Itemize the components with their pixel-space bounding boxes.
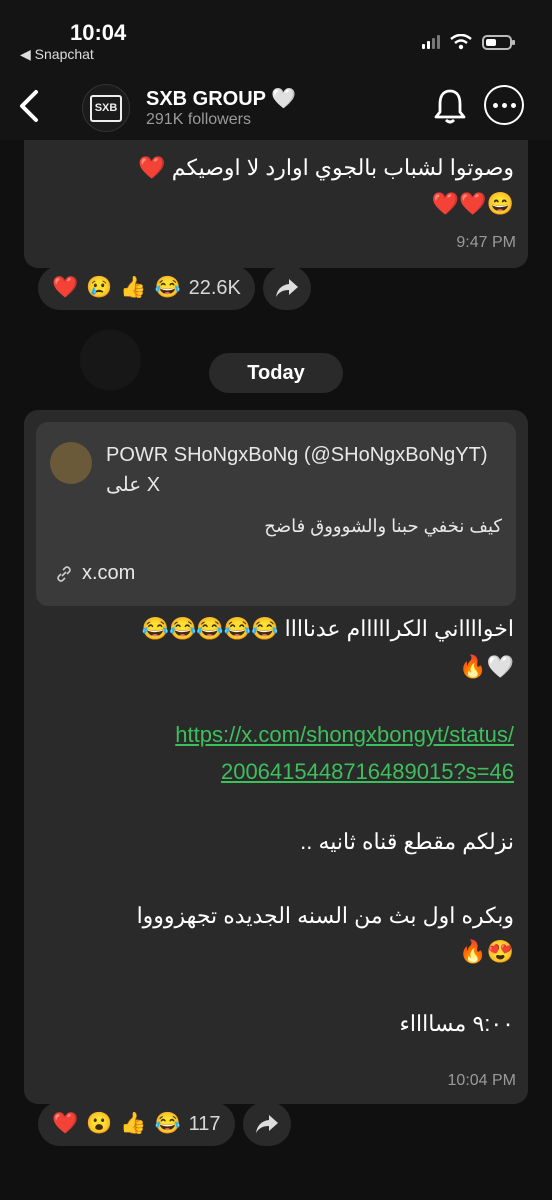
- message-line: 😍🔥: [459, 939, 514, 964]
- preview-avatar: [50, 442, 92, 484]
- message-bubble[interactable]: وصوتوا لشباب بالجوي اوارد لا اوصيكم ❤️ 😄…: [24, 128, 528, 268]
- more-options-icon[interactable]: [484, 85, 524, 125]
- message-line: وصوتوا لشباب بالجوي اوارد لا اوصيكم ❤️: [138, 155, 514, 180]
- status-link[interactable]: 2006415448716489015?s=46: [44, 753, 514, 790]
- message-text: وصوتوا لشباب بالجوي اوارد لا اوصيكم ❤️ 😄…: [44, 150, 514, 222]
- back-arrow-icon[interactable]: [12, 86, 48, 126]
- message-time: 9:47 PM: [456, 234, 516, 251]
- preview-description: كيف نخفي حبنا والشوووق فاضح: [264, 516, 502, 536]
- reaction-emoji: 😂: [154, 1112, 181, 1135]
- status-bar: 10:04 ◀ Snapchat: [0, 0, 552, 70]
- reaction-count: 117: [188, 1112, 221, 1135]
- share-arrow-icon: [275, 279, 298, 297]
- reaction-count: 22.6K: [188, 276, 241, 299]
- message-line: ٩:٠٠ مسااااء: [399, 1011, 514, 1036]
- message-line: نزلكم مقطع قناه ثانيه ..: [300, 829, 514, 854]
- reaction-emoji: ❤️: [52, 276, 79, 299]
- reaction-pill[interactable]: ❤️ 😮 👍 😂 117: [38, 1102, 235, 1146]
- message-text: اخوااااني الكرااااام عدناااا 😂😂😂😂😂 🤍🔥 ht…: [44, 610, 514, 1042]
- reaction-emoji: 😢: [86, 276, 113, 299]
- share-arrow-icon: [255, 1115, 278, 1133]
- channel-title[interactable]: SXB GROUP 🤍: [146, 86, 296, 111]
- reaction-emoji: 👍: [120, 276, 147, 299]
- preview-link[interactable]: x.com: [56, 562, 135, 585]
- message-line: 😄❤️❤️: [431, 191, 514, 216]
- message-reactions: ❤️ 😮 👍 😂 117: [38, 1102, 291, 1146]
- preview-domain: x.com: [82, 562, 136, 584]
- battery-icon: [482, 34, 515, 50]
- reaction-emoji: 😂: [154, 276, 181, 299]
- channel-logo: SXB: [89, 94, 123, 122]
- message-time: 10:04 PM: [447, 1072, 516, 1089]
- message-bubble[interactable]: POWR SHoNgxBoNg (@SHoNgxBoNgYT) على X كي…: [24, 410, 528, 1104]
- date-divider: Today: [209, 353, 343, 393]
- reaction-emoji: 👍: [120, 1112, 147, 1135]
- channel-header: SXB SXB GROUP 🤍 291K followers: [0, 70, 552, 140]
- signal-icon: [422, 35, 440, 49]
- message-reactions: ❤️ 😢 👍 😂 22.6K: [38, 266, 311, 310]
- message-line: 🤍🔥: [459, 654, 514, 679]
- reaction-pill[interactable]: ❤️ 😢 👍 😂 22.6K: [38, 266, 255, 310]
- reaction-emoji: ❤️: [52, 1112, 79, 1135]
- channel-avatar[interactable]: SXB: [82, 84, 130, 132]
- status-icons: [422, 34, 515, 50]
- share-button[interactable]: [262, 266, 311, 310]
- preview-title: POWR SHoNgxBoNg (@SHoNgxBoNgYT) على X: [106, 444, 488, 496]
- status-time: 10:04: [70, 20, 127, 45]
- channel-followers: 291K followers: [146, 111, 251, 128]
- share-button[interactable]: [242, 1102, 291, 1146]
- bell-icon[interactable]: [430, 86, 470, 126]
- back-to-app-link[interactable]: ◀ Snapchat: [20, 46, 94, 63]
- link-icon: [57, 565, 71, 582]
- reaction-emoji: 😮: [86, 1112, 113, 1135]
- link-preview-card[interactable]: POWR SHoNgxBoNg (@SHoNgxBoNgYT) على X كي…: [36, 422, 516, 606]
- message-line: اخوااااني الكرااااام عدناااا 😂😂😂😂😂: [141, 616, 514, 641]
- message-line: وبكره اول بث من السنه الجديده تجهزوووا: [136, 903, 514, 928]
- wifi-icon: [450, 34, 472, 50]
- status-link[interactable]: https://x.com/shongxbongyt/status/: [44, 716, 514, 753]
